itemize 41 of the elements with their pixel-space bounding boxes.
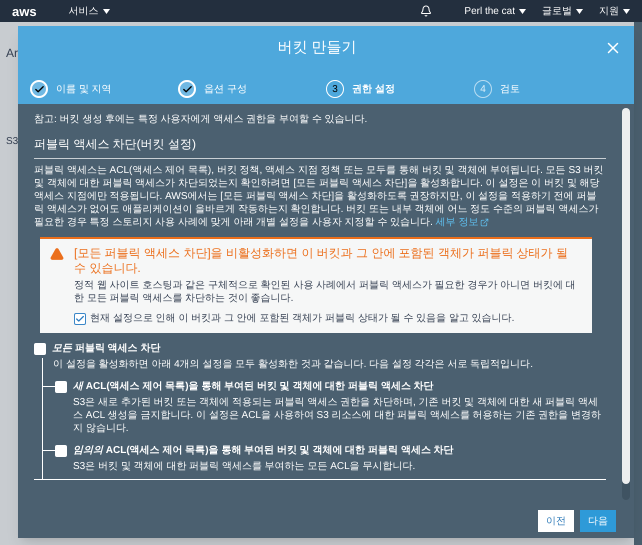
step-number: 4 <box>474 80 492 98</box>
caret-icon[interactable] <box>576 8 583 14</box>
step-number: 3 <box>326 80 344 98</box>
caret-icon[interactable] <box>519 8 526 14</box>
warning-icon <box>50 247 64 261</box>
account-menu[interactable]: Perl the cat <box>464 4 515 18</box>
section-title: 퍼블릭 액세스 차단(버킷 설정) <box>34 135 606 159</box>
learn-more-link[interactable]: 세부 정보 <box>436 216 490 229</box>
aws-logo[interactable]: aws <box>12 4 37 18</box>
caret-icon[interactable] <box>623 8 630 14</box>
external-link-icon <box>480 218 490 227</box>
scrollbar[interactable] <box>622 108 630 500</box>
option-description: 이 설정을 활성화하면 아래 4개의 설정을 모두 활성화한 것과 같습니다. 다음 설정 각각은 서로 독립적입니다. <box>53 358 534 371</box>
bell-icon[interactable] <box>420 5 432 17</box>
checkbox[interactable] <box>74 312 86 324</box>
option-description: S3은 새로 추가된 버킷 또는 객체에 적용되는 퍼블릭 액세스 권한을 차단하며, 기존 버킷 및 객체에 대한 새 퍼블릭 액세스 ACL 생성을 금지합니다. 이 설정은 ACL을 사용하여 S3 리소스에 대한 퍼블릭 액세스를 허용하는 기존 권한을 변경하지 않습니다. <box>73 396 602 435</box>
sidebar-item[interactable]: S3 <box>6 134 18 149</box>
warning-title: [모든 퍼블릭 액세스 차단]을 비활성화하면 이 버킷과 그 안에 포함된 객체가 퍼블릭 상태가 될 수 있습니다. <box>74 246 570 276</box>
page-title: Ar <box>6 45 18 62</box>
option-label: 새 ACL(액세스 제어 목록)을 통해 부여된 버킷 및 객체에 대한 퍼블릭 액세스 차단 <box>73 380 434 394</box>
step-label[interactable]: 이름 및 지역 <box>56 82 112 96</box>
checkbox[interactable] <box>55 444 67 456</box>
step-label[interactable]: 검토 <box>500 82 520 96</box>
option-label: 모든 퍼블릭 액세스 차단 <box>52 342 160 356</box>
description-text: 퍼블릭 액세스는 ACL(액세스 제어 목록), 버킷 정책, 액세스 지점 정책 또는 모두를 통해 버킷 및 객체에 부여됩니다. 모든 S3 버킷 및 객체에 대한 퍼블릭 액세스가 차단되었는지 확인하려면 [모든 퍼블릭 액세스 차단]을 활성화합니다. 이 설정은 이 버킷 및 해당 액세스 지점에만 적용됩니다. AWS에서는 [모든 퍼블릭 액세스 차단]을 활성화하도록 권장하지만, 이 설정을 적용하기 전에 퍼블릭 액세스가 없어도 애플리케이션이 올바르게 작동하는지 확인합니다. 버킷 또는 내부 객체에 어느 정도 수준의 퍼블릭 액세스가 필요한 경우 특정 스토리지 사용 사례에 맞게 아래 개별 설정을 사용자 지정할 수 있습니다. 세부 정보 <box>34 164 604 229</box>
previous-button[interactable]: 이전 <box>538 510 574 532</box>
support-menu[interactable]: 지원 <box>599 4 619 18</box>
region-menu[interactable]: 글로벌 <box>542 4 572 18</box>
option-label: 임의의 ACL(액세스 제어 목록)을 통해 부여된 버킷 및 객체에 대한 퍼블릭 액세스 차단 <box>73 444 454 458</box>
next-button[interactable]: 다음 <box>580 510 616 532</box>
acknowledge-label: 현재 설정으로 인해 이 버킷과 그 안에 포함된 객체가 퍼블릭 상태가 될 수 있음을 알고 있습니다. <box>90 312 514 326</box>
step-label[interactable]: 권한 설정 <box>352 82 395 96</box>
step-label[interactable]: 옵션 구성 <box>204 82 247 96</box>
checkbox[interactable] <box>55 380 67 392</box>
caret-icon[interactable] <box>102 8 110 14</box>
option-description: S3은 버킷 및 객체에 대한 퍼블릭 액세스를 부여하는 모든 ACL을 무시합니다. <box>73 460 416 473</box>
note-text: 참고: 버킷 생성 후에는 특정 사용자에게 액세스 권한을 부여할 수 있습니다. <box>34 113 368 127</box>
services-menu[interactable]: 서비스 <box>68 4 99 18</box>
dialog-title: 버킷 만들기 <box>277 39 357 56</box>
checkbox[interactable] <box>34 342 46 354</box>
warning-body: 정적 웹 사이트 호스팅과 같은 구체적으로 확인된 사용 사례에서 퍼블릭 액세스가 필요한 경우가 아니면 버킷에 대한 모든 퍼블릭 액세스를 차단하는 것이 좋습니다. <box>74 279 577 305</box>
